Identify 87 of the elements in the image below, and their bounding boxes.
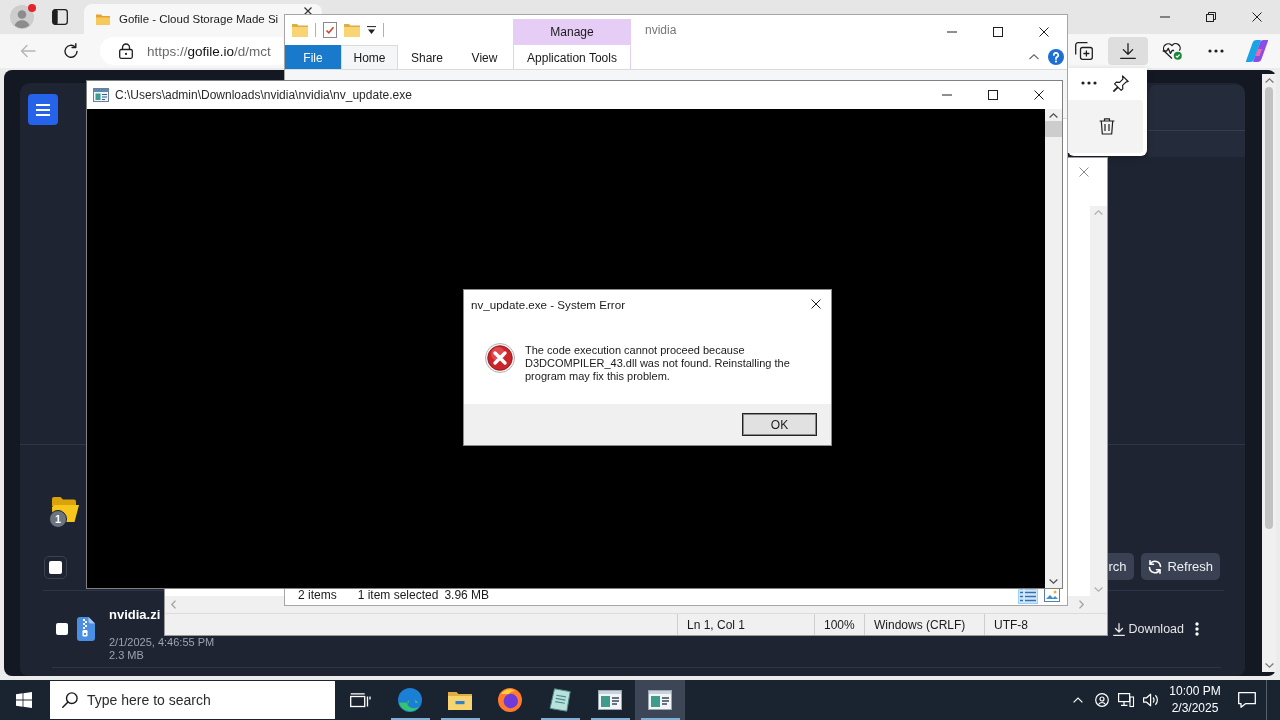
window-icon [93, 88, 109, 102]
download-icon [1120, 43, 1136, 59]
window-icon [598, 690, 622, 710]
avatar-icon[interactable] [10, 5, 34, 29]
ok-button[interactable]: OK [742, 413, 817, 436]
more-icon[interactable] [1195, 622, 1199, 636]
scroll-up-icon[interactable] [1049, 113, 1058, 118]
stacked-plus-icon [1075, 42, 1093, 60]
context-tab-header: Manage [513, 19, 631, 45]
caret-up-icon[interactable] [1029, 54, 1039, 60]
refresh-button[interactable]: Refresh [1141, 553, 1220, 580]
download-icon [1113, 622, 1126, 636]
network-icon[interactable] [1118, 693, 1134, 707]
address-field[interactable]: https://gofile.io/d/mct [100, 37, 283, 65]
help-icon[interactable] [1048, 49, 1064, 65]
checkbox[interactable] [56, 623, 68, 635]
status-text: Ln 1, Col 1 [687, 617, 746, 632]
status-text: 2 items [298, 587, 337, 602]
ribbon-tab[interactable]: Share [398, 45, 456, 69]
search-field[interactable]: Type here to search [50, 681, 335, 719]
checkbox[interactable] [44, 556, 67, 579]
file-menu-tab[interactable]: File [285, 45, 341, 69]
zip-file-icon [77, 617, 95, 641]
close-icon[interactable] [1252, 12, 1262, 22]
maximize-icon[interactable] [993, 27, 1003, 37]
lock-icon [119, 43, 133, 59]
download-button[interactable]: Download [1111, 617, 1188, 641]
error-icon [485, 343, 515, 373]
swirl-icon [398, 688, 422, 712]
chevron-up-icon[interactable] [1073, 697, 1083, 703]
search-icon [62, 692, 78, 708]
task-view-icon [349, 693, 371, 707]
window-icon [648, 690, 672, 710]
trash-icon[interactable] [1099, 118, 1115, 135]
window-title: C:\Users\admin\Downloads\nvidia\nvidia\nv_update.exe [115, 88, 412, 102]
folder-icon [96, 13, 110, 25]
scrollbar-thumb[interactable] [1045, 121, 1062, 137]
speaker-icon[interactable] [1143, 693, 1157, 707]
window-title: nvidia [645, 23, 677, 37]
taskbar-button[interactable] [635, 680, 685, 720]
file-date: 2/1/2025, 4:46:55 PM [109, 636, 215, 649]
hamburger-icon [36, 103, 50, 116]
webcam-icon[interactable] [1095, 693, 1109, 707]
tab-actions-icon[interactable] [52, 9, 68, 25]
dialog-title: nv_update.exe - System Error [471, 297, 625, 311]
downloads-button[interactable] [1108, 37, 1148, 65]
file-size: 2.3 MB [109, 649, 144, 662]
clock-date[interactable]: 2/3/2025 [1171, 700, 1219, 717]
heart-pulse-icon [1162, 42, 1182, 60]
close-icon[interactable] [1034, 90, 1044, 100]
refresh-icon [1148, 559, 1163, 574]
count-badge: 1 [49, 510, 67, 528]
ribbon-tab[interactable]: View [456, 45, 513, 69]
close-icon[interactable] [811, 299, 821, 309]
scroll-down-icon[interactable] [1264, 663, 1274, 668]
action-button[interactable]: rch [1108, 553, 1135, 580]
status-text: 100% [824, 617, 855, 632]
status-text: UTF-8 [994, 617, 1028, 632]
ribbon-tab[interactable]: Home [341, 45, 398, 69]
close-icon[interactable] [304, 7, 312, 15]
file-name[interactable]: nvidia.zi [109, 607, 161, 623]
checklist-icon[interactable] [323, 22, 337, 38]
dropdown-caret-icon[interactable] [367, 26, 376, 34]
folder-icon [448, 690, 472, 710]
status-text: Windows (CRLF) [874, 617, 966, 632]
scrollbar[interactable] [1045, 109, 1062, 588]
more-icon [1208, 49, 1224, 53]
error-message: The code execution cannot proceed because D3DCOMPILER_43.dll was not found. Reinstalling the program may fix this problem. [525, 344, 791, 383]
notepad-icon [549, 688, 571, 712]
menu-button[interactable] [28, 94, 58, 125]
restore-icon[interactable] [1206, 12, 1216, 22]
scrollbar-thumb[interactable] [1265, 87, 1273, 529]
scrollbar[interactable] [1262, 74, 1276, 672]
more-icon[interactable] [1081, 81, 1097, 85]
speech-bubble-icon[interactable] [1238, 692, 1256, 708]
status-text: 1 item selected [357, 587, 439, 602]
scroll-up-icon[interactable] [1264, 78, 1274, 83]
clock-time[interactable]: 10:00 PM [1169, 683, 1221, 700]
flame-globe-icon [498, 688, 522, 712]
maximize-icon[interactable] [988, 90, 998, 100]
refresh-icon[interactable] [63, 43, 79, 59]
pin-icon[interactable] [1113, 74, 1129, 92]
swirl-logo-icon [1246, 40, 1268, 62]
scroll-down-icon[interactable] [1049, 579, 1058, 584]
four-panes-icon [16, 692, 32, 708]
status-text: 3.96 MB [444, 587, 490, 602]
close-icon[interactable] [1039, 27, 1049, 37]
